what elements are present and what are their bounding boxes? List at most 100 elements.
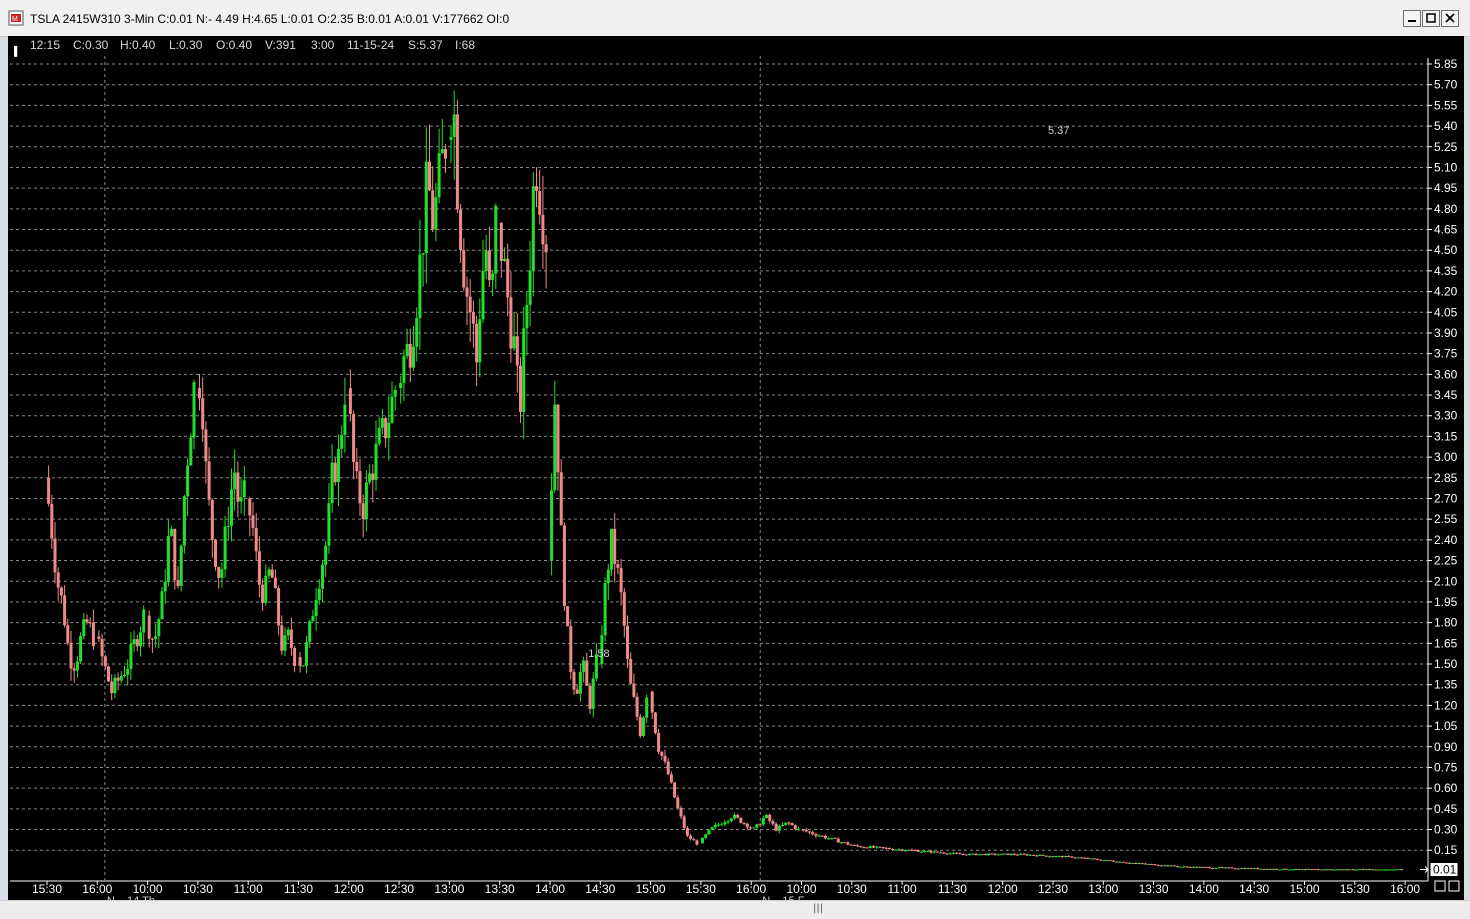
candle-body bbox=[475, 323, 479, 363]
candle-body bbox=[632, 683, 636, 697]
candle-body bbox=[324, 545, 328, 565]
candle-body bbox=[958, 853, 962, 855]
candle-body bbox=[793, 825, 797, 830]
candle-body bbox=[669, 774, 673, 783]
candle-body bbox=[1236, 868, 1240, 870]
candle-body bbox=[952, 852, 955, 854]
candle-body bbox=[487, 250, 491, 281]
candle-body bbox=[739, 817, 743, 823]
candle-body bbox=[733, 814, 736, 819]
candle-body bbox=[88, 622, 92, 624]
minimize-button[interactable] bbox=[1403, 10, 1421, 27]
chart-area[interactable]: ▌ 12:15 C:0.30 H:0.40 L:0.30 O:0.40 V:39… bbox=[8, 36, 1464, 900]
candle-body bbox=[305, 642, 308, 666]
candle-body bbox=[91, 622, 95, 647]
candle-body bbox=[676, 797, 680, 808]
candle-body bbox=[1115, 861, 1119, 863]
price-chart[interactable]: 5.85 5.70 5.55 5.40 5.25 5.10 4.95 4.80 4.65 4.50… bbox=[8, 36, 1464, 900]
candle-body bbox=[484, 250, 488, 271]
candle-body bbox=[987, 853, 991, 856]
candle-body bbox=[254, 527, 258, 552]
candle-body bbox=[742, 822, 746, 824]
candle-body bbox=[352, 413, 356, 462]
title-bar[interactable]: M TSLA 2415W310 3-Min C:0.01 N:- 4.49 H:… bbox=[0, 0, 1470, 37]
candle-body bbox=[214, 539, 217, 567]
candle-body bbox=[528, 270, 532, 305]
candle-body bbox=[913, 850, 917, 852]
candle-body bbox=[330, 462, 334, 504]
candle-body bbox=[166, 535, 170, 582]
window-title: TSLA 2415W310 3-Min C:0.01 N:- 4.49 H:4.… bbox=[30, 12, 510, 26]
candle-body bbox=[63, 595, 67, 626]
candle-body bbox=[53, 538, 57, 573]
candle-body bbox=[1108, 860, 1112, 862]
candle-body bbox=[384, 418, 388, 439]
zoom-out-button[interactable] bbox=[1434, 880, 1446, 892]
candle-body bbox=[1390, 869, 1394, 871]
x-tick-label: 11:00 bbox=[888, 882, 917, 896]
candle-body bbox=[768, 814, 772, 822]
x-tick-label: 13:00 bbox=[1088, 882, 1118, 896]
candle-body bbox=[926, 850, 930, 852]
candle-body bbox=[1336, 869, 1339, 871]
candle-body bbox=[888, 848, 891, 850]
candle-body bbox=[119, 676, 123, 681]
y-tick-label: 0.75 bbox=[1434, 760, 1458, 774]
candle-body bbox=[550, 490, 554, 561]
candle-body bbox=[1307, 869, 1311, 871]
candle-body bbox=[961, 854, 965, 856]
candle-body bbox=[286, 629, 290, 636]
candle-body bbox=[682, 816, 686, 828]
candle-body bbox=[257, 551, 261, 585]
high-annotation: 5.37 bbox=[1048, 125, 1069, 137]
candle-body bbox=[1201, 866, 1205, 868]
candle-body bbox=[56, 572, 60, 588]
candle-body bbox=[765, 814, 768, 818]
candle-body bbox=[364, 482, 368, 520]
candle-body bbox=[692, 839, 696, 841]
candle-body bbox=[327, 503, 331, 546]
candle-body bbox=[264, 575, 268, 604]
candle-body bbox=[402, 356, 406, 383]
candle-body bbox=[745, 823, 749, 828]
candle-body bbox=[1073, 857, 1077, 859]
candle-body bbox=[1131, 862, 1135, 864]
candle-body bbox=[66, 625, 70, 643]
candle-body bbox=[797, 828, 800, 830]
candle-body bbox=[900, 849, 904, 851]
candle-body bbox=[787, 822, 791, 824]
candle-body bbox=[635, 696, 639, 717]
x-tick-label: 14:00 bbox=[535, 882, 565, 896]
candle-body bbox=[1012, 853, 1016, 855]
y-tick-label: 2.40 bbox=[1434, 533, 1458, 547]
candle-body bbox=[1374, 869, 1378, 871]
last-price-arrow-icon bbox=[1420, 866, 1429, 873]
candle-body bbox=[1265, 868, 1269, 870]
candle-body bbox=[418, 254, 422, 319]
resize-grip-icon[interactable]: ||| bbox=[813, 903, 823, 914]
maximize-button[interactable] bbox=[1422, 10, 1440, 27]
candle-body bbox=[129, 644, 133, 669]
candle-body bbox=[179, 545, 183, 586]
candle-body bbox=[1387, 869, 1391, 871]
candle-body bbox=[1054, 855, 1058, 857]
candle-body bbox=[559, 472, 563, 526]
candle-body bbox=[824, 835, 827, 839]
x-tick-label: 15:30 bbox=[686, 882, 716, 896]
candle-body bbox=[1284, 868, 1288, 870]
candle-body bbox=[910, 849, 914, 851]
candle-body bbox=[405, 343, 409, 357]
y-tick-label: 3.60 bbox=[1434, 367, 1458, 381]
candle-body bbox=[110, 681, 114, 694]
candle-body bbox=[638, 716, 642, 737]
close-button[interactable] bbox=[1441, 10, 1459, 27]
esignal-chart-icon: M bbox=[8, 10, 24, 26]
candle-body bbox=[717, 824, 720, 826]
candle-body bbox=[894, 849, 898, 851]
candle-body bbox=[113, 677, 117, 694]
candle-body bbox=[833, 837, 837, 839]
y-tick-label: 4.05 bbox=[1434, 305, 1458, 319]
candle-body bbox=[1080, 857, 1083, 859]
zoom-in-button[interactable] bbox=[1448, 880, 1460, 892]
candle-body bbox=[1038, 854, 1042, 857]
